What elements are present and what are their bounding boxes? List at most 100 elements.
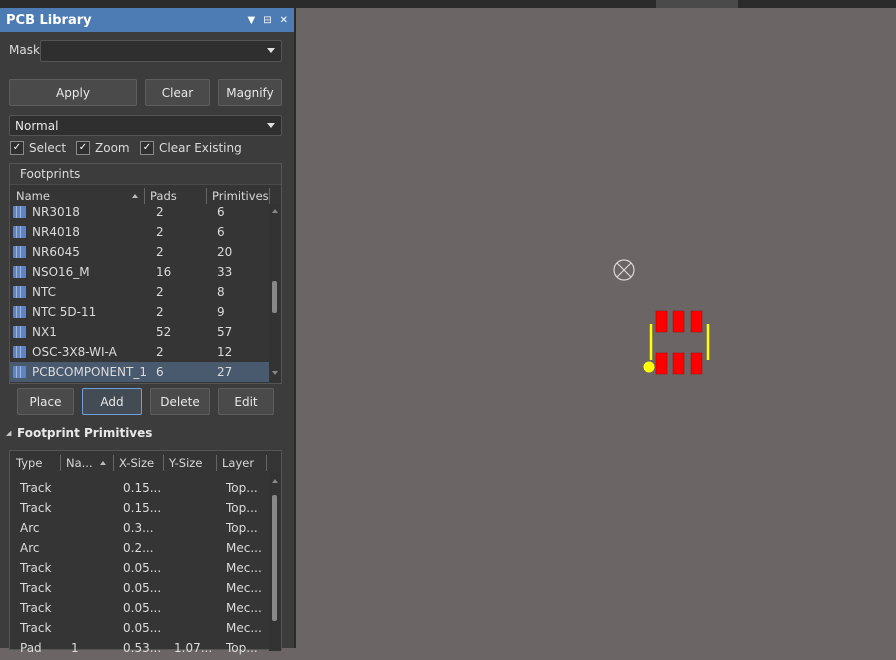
mask-combobox[interactable] — [40, 40, 282, 62]
column-divider — [266, 455, 267, 471]
origin-marker-icon — [613, 259, 635, 281]
column-header-x-size[interactable]: X-Size — [119, 454, 154, 472]
scroll-up-icon[interactable] — [272, 479, 278, 483]
footprint-primitives-title[interactable]: Footprint Primitives — [17, 426, 152, 440]
footprint-row[interactable]: NR4018 2 6 — [10, 222, 269, 242]
footprint-name: NR3018 — [32, 205, 80, 219]
filter-mode-combobox[interactable]: Normal — [9, 115, 282, 136]
primitive-x-size: 0.05... — [123, 581, 162, 595]
place-button[interactable]: Place — [17, 388, 74, 415]
column-header-y-size[interactable]: Y-Size — [169, 454, 202, 472]
primitive-row[interactable]: Track 0.15... Top... — [10, 480, 269, 500]
primitive-type: Track — [20, 481, 52, 495]
apply-button[interactable]: Apply — [9, 79, 137, 106]
footprint-row[interactable]: NTC 5D-11 2 9 — [10, 302, 269, 322]
pad[interactable] — [672, 352, 685, 375]
panel-title-bar: PCB Library ▼ ⊟ ✕ — [0, 8, 294, 32]
pad[interactable] — [690, 352, 703, 375]
footprint-row[interactable]: NSO16_M 16 33 — [10, 262, 269, 282]
primitive-x-size: 0.05... — [123, 621, 162, 635]
primitive-row[interactable]: Track 0.05... Mec... — [10, 600, 269, 620]
footprint-row[interactable]: PCBCOMPONENT_1 6 27 — [10, 362, 269, 382]
primitive-row[interactable]: Track 0.15... Top... — [10, 500, 269, 520]
primitive-layer: Mec... — [226, 561, 262, 575]
footprint-primitives: 20 — [217, 245, 233, 259]
footprint-icon — [13, 286, 26, 298]
pad[interactable] — [690, 310, 703, 333]
pad[interactable] — [655, 310, 668, 333]
footprint-icon — [13, 306, 26, 318]
zoom-checkbox[interactable]: ✓ Zoom — [76, 141, 130, 155]
primitive-name: 1 — [71, 641, 79, 655]
footprint-icon — [13, 266, 26, 278]
checkmark-icon: ✓ — [140, 141, 154, 155]
footprint-name: NR6045 — [32, 245, 80, 259]
footprints-scrollbar[interactable] — [269, 204, 281, 383]
pad[interactable] — [672, 310, 685, 333]
footprint-icon — [13, 326, 26, 338]
footprint-row[interactable]: NR6045 2 20 — [10, 242, 269, 262]
footprint-primitives: 6 — [217, 225, 225, 239]
primitive-type: Track — [20, 561, 52, 575]
panel-title: PCB Library — [6, 12, 92, 28]
footprint-pads: 16 — [156, 265, 172, 279]
primitive-row[interactable]: Arc 0.3... Top... — [10, 520, 269, 540]
footprint-icon — [13, 366, 26, 378]
primitive-row[interactable]: Pad 1 0.53... 1.07... Top... — [10, 640, 269, 660]
magnify-button[interactable]: Magnify — [218, 79, 282, 106]
clear-existing-checkbox-label: Clear Existing — [159, 141, 242, 155]
scrollbar-thumb[interactable] — [272, 281, 277, 313]
column-header-type[interactable]: Type — [16, 454, 42, 472]
scroll-up-icon[interactable] — [272, 209, 278, 213]
footprint-icon — [13, 226, 26, 238]
sort-ascending-icon — [132, 194, 138, 198]
add-button[interactable]: Add — [82, 388, 142, 415]
footprint-primitives: 27 — [217, 365, 233, 379]
footprint-icon — [13, 206, 26, 218]
footprint-row[interactable]: NX1 52 57 — [10, 322, 269, 342]
primitive-x-size: 0.3... — [123, 521, 154, 535]
scrollbar-thumb[interactable] — [272, 495, 277, 621]
column-header-layer[interactable]: Layer — [222, 454, 254, 472]
footprint-row[interactable]: NR3018 2 6 — [10, 202, 269, 222]
pin1-marker[interactable] — [643, 361, 655, 373]
footprints-group: Footprints Name Pads Primitives NR3018 2 6… — [9, 163, 282, 384]
pad[interactable] — [655, 352, 668, 375]
primitive-x-size: 0.15... — [123, 481, 162, 495]
footprint-row[interactable]: NTC 2 8 — [10, 282, 269, 302]
primitive-row[interactable]: Track 0.05... Mec... — [10, 560, 269, 580]
select-checkbox[interactable]: ✓ Select — [10, 141, 66, 155]
primitive-layer: Mec... — [226, 601, 262, 615]
scroll-down-icon[interactable] — [272, 371, 278, 375]
primitive-layer: Top... — [226, 641, 258, 655]
panel-close-icon[interactable]: ✕ — [280, 15, 288, 26]
footprint-name: NTC 5D-11 — [32, 305, 97, 319]
collapse-triangle-icon[interactable]: ◢ — [6, 429, 11, 437]
clear-button[interactable]: Clear — [145, 79, 210, 106]
column-divider — [60, 455, 61, 471]
column-header-name[interactable]: Na... — [66, 454, 93, 472]
primitive-row[interactable]: Track 0.05... Mec... — [10, 580, 269, 600]
checkmark-icon: ✓ — [10, 141, 24, 155]
delete-button[interactable]: Delete — [150, 388, 210, 415]
footprint-primitives: 8 — [217, 285, 225, 299]
chevron-down-icon — [267, 122, 275, 128]
panel-menu-icon[interactable]: ▼ — [248, 15, 256, 26]
primitive-type: Arc — [20, 521, 40, 535]
primitive-layer: Top... — [226, 521, 258, 535]
select-checkbox-label: Select — [29, 141, 67, 155]
primitive-x-size: 0.05... — [123, 561, 162, 575]
clear-existing-checkbox[interactable]: ✓ Clear Existing — [140, 141, 242, 155]
footprint-name: NR4018 — [32, 225, 80, 239]
active-tab[interactable] — [656, 0, 738, 8]
column-divider — [113, 455, 114, 471]
edit-button[interactable]: Edit — [218, 388, 274, 415]
pcb-editor-canvas[interactable] — [296, 8, 896, 648]
primitive-row[interactable]: Arc 0.2... Mec... — [10, 540, 269, 560]
checkmark-icon: ✓ — [76, 141, 90, 155]
primitives-scrollbar[interactable] — [269, 473, 281, 651]
footprint-row[interactable]: OSC-3X8-WI-A 2 12 — [10, 342, 269, 362]
app-tab-strip — [0, 0, 896, 8]
primitive-row[interactable]: Track 0.05... Mec... — [10, 620, 269, 640]
panel-pin-icon[interactable]: ⊟ — [263, 15, 271, 26]
